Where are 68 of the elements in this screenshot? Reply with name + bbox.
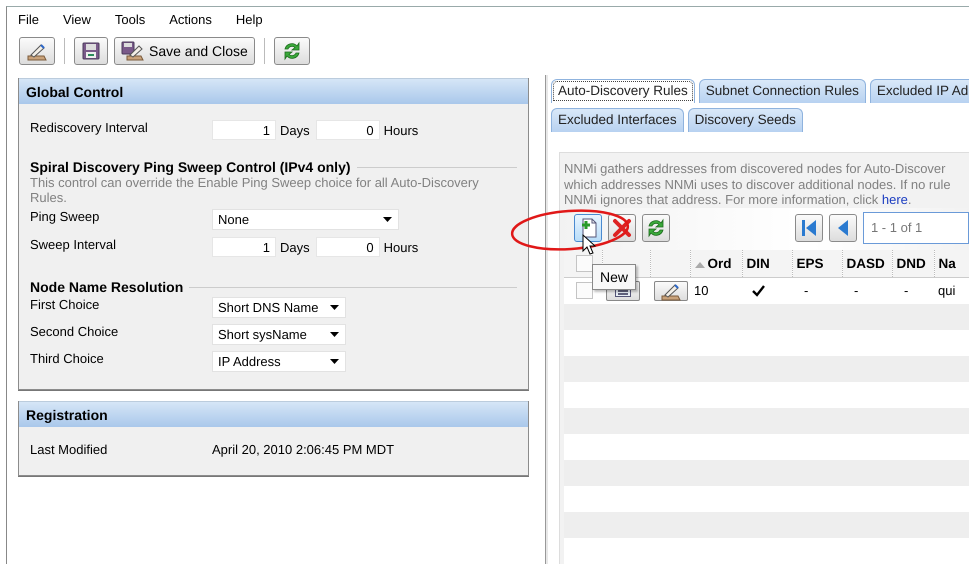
dropdown-arrow-icon [330,359,339,364]
field-label: Second Choice [30,324,120,339]
field-value: April 20, 2010 2:06:45 PM MDT [212,442,394,457]
first-page-button[interactable] [795,214,824,242]
column-header[interactable]: DASD [842,250,892,277]
field-unit: Days [280,122,310,138]
table-cell: 10 [690,277,742,304]
tab[interactable]: Auto-Discovery Rules [551,79,695,103]
new-button[interactable] [574,214,602,242]
column-header[interactable]: Na [934,250,969,277]
table-cell: - [892,277,934,304]
dropdown-arrow-icon [330,305,339,310]
field-label: First Choice [30,297,100,312]
panel-title: Registration [19,401,528,427]
days-field[interactable]: 1 [212,237,276,257]
delete-icon [610,216,633,238]
refresh-button[interactable] [642,214,670,242]
menu-item[interactable]: Tools [104,12,160,26]
menu-item[interactable]: Help [226,12,277,26]
field-unit: Days [280,240,310,254]
column-header[interactable]: EPS [792,250,842,277]
field-unit: Hours [384,240,418,254]
field-label: Last Modified [30,442,108,457]
field-unit: Hours [384,122,418,138]
save-button[interactable] [74,37,108,65]
previous-page-button[interactable] [829,214,857,242]
menu-item[interactable]: View [52,12,105,26]
help-text: This control can override the Enable Ping Sweep choice for all Auto-Discovery Rules. [30,175,480,205]
page-field[interactable]: 1 - 1 of 1 [862,212,969,244]
table-cell: - [792,277,842,304]
field-label: Ping Sweep [30,209,100,224]
tab[interactable]: Excluded Interfaces [551,108,684,132]
section-title: Node Name Resolution [30,279,184,295]
tab[interactable]: Subnet Connection Rules [698,79,866,103]
column-header[interactable]: DIN [742,250,792,277]
field-label: Rediscovery Interval [30,120,149,135]
tab[interactable]: Excluded IP Ad [870,79,969,103]
dropdown-arrow-icon [383,217,392,222]
tooltip: New [592,264,636,290]
section-title: Spiral Discovery Ping Sweep Control (IPv4 only) [30,159,351,175]
panel-title: Global Control [19,78,528,104]
save-icon [81,41,101,61]
edit-button[interactable] [19,37,55,65]
menu-item[interactable]: Actions [159,12,226,26]
dropdown[interactable]: None [212,209,399,230]
dropdown-arrow-icon [330,332,339,337]
dropdown[interactable]: IP Address [212,351,346,372]
field-label: Third Choice [30,351,105,366]
table-cell: - [842,277,892,304]
tab[interactable]: Discovery Seeds [688,108,803,132]
save-and-close-button[interactable]: Save and Close [114,37,255,65]
days-field[interactable]: 1 [212,120,276,140]
refresh-button[interactable] [274,37,310,65]
edit-button[interactable] [654,280,688,300]
column-header[interactable]: Ord [690,250,742,277]
menu-item[interactable]: File [8,12,53,26]
help-link[interactable]: here [882,192,908,207]
help-text: NNMi gathers addresses from discovered nodes for Auto-Discover which addresses NNMi uses to discover additional nodes. If no rule NNMi ignores that address. For more information, click here. [564,161,952,208]
row-checkbox[interactable] [576,282,593,299]
select-all-checkbox[interactable] [576,254,593,272]
table-cell: qui [934,277,969,304]
hours-field[interactable]: 0 [316,237,380,257]
dropdown[interactable]: Short sysName [212,324,346,345]
save-close-icon [121,41,144,61]
column-header[interactable]: DND [892,250,934,277]
hours-field[interactable]: 0 [316,120,380,140]
field-label: Sweep Interval [30,237,117,252]
dropdown[interactable]: Short DNS Name [212,297,346,318]
